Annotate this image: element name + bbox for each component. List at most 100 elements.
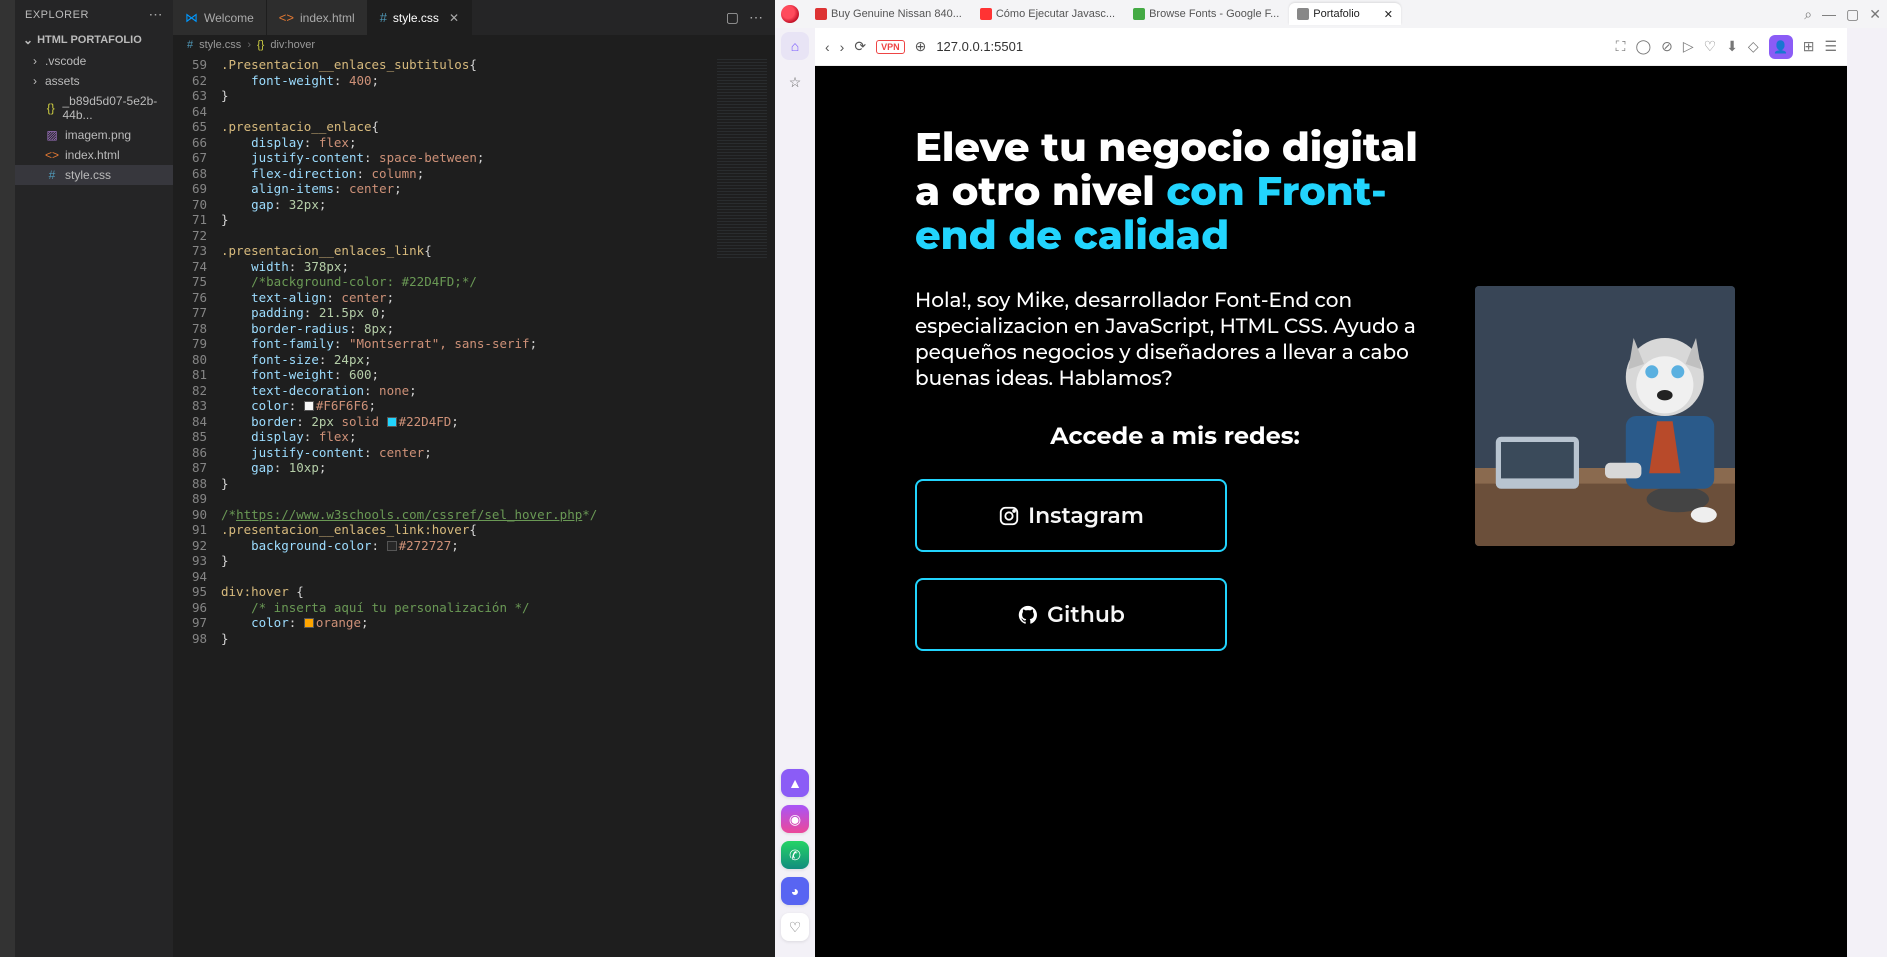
page-title: Eleve tu negocio digital a otro nivel co…: [915, 126, 1435, 258]
messenger-icon[interactable]: ◉: [781, 805, 809, 833]
discord-icon[interactable]: ◕: [781, 877, 809, 905]
project-name[interactable]: HTML PORTAFOLIO: [15, 29, 173, 51]
browser-tab[interactable]: Buy Genuine Nissan 840...: [807, 3, 970, 25]
close-icon[interactable]: ✕: [449, 11, 459, 25]
editor-area: ⋈ Welcome <>index.html # style.css ✕ ▢ ⋯ # st…: [173, 0, 775, 957]
browser-left-sidebar: ⌂ ☆ ▲ ◉ ✆ ◕ ♡: [775, 28, 815, 957]
css-file-icon: #: [187, 39, 193, 51]
tree-item-imagem-png[interactable]: ▨imagem.png: [15, 125, 173, 145]
vpn-badge[interactable]: VPN: [876, 40, 905, 54]
split-editor-icon[interactable]: ▢: [726, 9, 739, 26]
tab-Welcome[interactable]: ⋈ Welcome: [173, 0, 267, 35]
close-icon[interactable]: ✕: [1384, 8, 1393, 21]
extensions-icon[interactable]: ⊞: [1803, 38, 1815, 55]
tab-more-icon[interactable]: ⋯: [749, 9, 763, 26]
vscode-window: EXPLORER ⋯ HTML PORTAFOLIO .vscode assets…: [0, 0, 775, 957]
explorer-label: EXPLORER: [25, 9, 89, 21]
breadcrumb-file: style.css: [199, 39, 241, 51]
favicon-icon: [1297, 8, 1309, 20]
profile-button[interactable]: 👤: [1769, 35, 1793, 59]
maximize-icon[interactable]: ▢: [1846, 6, 1859, 23]
aria-icon[interactable]: ▲: [781, 769, 809, 797]
camera-icon[interactable]: ◯: [1635, 38, 1651, 55]
sidebar-toggle-icon[interactable]: ☰: [1824, 38, 1837, 55]
github-link-button[interactable]: Github: [915, 578, 1227, 651]
tree-item-label: imagem.png: [65, 128, 131, 142]
tree-item-style-css[interactable]: #style.css: [15, 165, 173, 185]
close-window-icon[interactable]: ✕: [1869, 6, 1881, 23]
breadcrumb[interactable]: # style.css › {} div:hover: [173, 35, 775, 55]
opera-logo-icon[interactable]: [781, 5, 799, 23]
link-label: Github: [1047, 601, 1125, 628]
line-numbers: 5962636465666768697071727374757677787980…: [173, 55, 221, 957]
json-icon: {}: [45, 101, 57, 115]
explorer-more-icon[interactable]: ⋯: [149, 6, 164, 23]
url-bar: ‹ › ⟳ VPN ⊕ 127.0.0.1:5501 ⛶ ◯ ⊘ ▷ ♡ ⬇ ◇…: [815, 28, 1847, 66]
html-icon: <>: [45, 148, 59, 162]
download-icon[interactable]: ⬇: [1726, 38, 1738, 55]
reload-icon[interactable]: ⟳: [854, 38, 866, 55]
css-rule-icon: {}: [257, 39, 264, 51]
wishlist-icon[interactable]: ♡: [1704, 38, 1717, 55]
vscode-icon: ⋈: [185, 10, 198, 26]
profile-image: [1475, 286, 1735, 546]
browser-tab-label: Browse Fonts - Google F...: [1149, 8, 1279, 20]
explorer-panel: EXPLORER ⋯ HTML PORTAFOLIO .vscode assets…: [15, 0, 173, 957]
tab-label: Welcome: [204, 11, 254, 25]
globe-icon: ⊕: [915, 38, 927, 55]
search-icon[interactable]: ⌕: [1804, 6, 1812, 23]
tree-item-label: index.html: [65, 148, 120, 162]
send-icon[interactable]: ▷: [1683, 38, 1694, 55]
code-content[interactable]: .Presentacion__enlaces_subtitulos{ font-…: [221, 55, 775, 957]
page-viewport[interactable]: Eleve tu negocio digital a otro nivel co…: [815, 66, 1847, 957]
nav-back-icon[interactable]: ‹: [825, 39, 830, 55]
tree-item--b89d5d07-5e2b-44b---[interactable]: {} _b89d5d07-5e2b-44b...: [15, 91, 173, 125]
browser-tab-label: Cómo Ejecutar Javasc...: [996, 8, 1115, 20]
tab-label: style.css: [393, 11, 439, 25]
bookmark-star-icon[interactable]: ☆: [781, 68, 809, 96]
heart-icon[interactable]: ♡: [781, 913, 809, 941]
favicon-icon: [980, 8, 992, 20]
url-input[interactable]: 127.0.0.1:5501: [936, 39, 1605, 54]
breadcrumb-symbol: div:hover: [270, 39, 315, 51]
nav-forward-icon[interactable]: ›: [840, 39, 845, 55]
browser-right-sidebar: [1847, 28, 1887, 957]
snapshot-icon[interactable]: ⛶: [1616, 38, 1626, 55]
activity-bar: [0, 0, 15, 957]
file-tree: .vscode assets {} _b89d5d07-5e2b-44b... ▨ima…: [15, 51, 173, 185]
whatsapp-icon[interactable]: ✆: [781, 841, 809, 869]
browser-tab-label: Buy Genuine Nissan 840...: [831, 8, 962, 20]
minimize-icon[interactable]: —: [1822, 6, 1836, 23]
home-icon[interactable]: ⌂: [781, 32, 809, 60]
browser-tab-strip: Buy Genuine Nissan 840... Cómo Ejecutar J…: [775, 0, 1887, 28]
minimap[interactable]: [717, 59, 767, 259]
tree-item--vscode[interactable]: .vscode: [15, 51, 173, 71]
browser-tab[interactable]: Cómo Ejecutar Javasc...: [972, 3, 1123, 25]
page-description: Hola!, soy Mike, desarrollador Font-End …: [915, 288, 1435, 392]
link-label: Instagram: [1028, 502, 1144, 529]
favicon-icon: [815, 8, 827, 20]
chevron-right-icon: ›: [247, 39, 251, 51]
editor-tabs: ⋈ Welcome <>index.html # style.css ✕ ▢ ⋯: [173, 0, 775, 35]
tab-label: index.html: [300, 11, 355, 25]
tree-item-label: assets: [45, 74, 80, 88]
vertical-scrollbar[interactable]: [765, 55, 775, 957]
tree-item-label: _b89d5d07-5e2b-44b...: [63, 94, 166, 122]
code-editor[interactable]: 5962636465666768697071727374757677787980…: [173, 55, 775, 957]
instagram-link-button[interactable]: Instagram: [915, 479, 1227, 552]
tree-item-assets[interactable]: assets: [15, 71, 173, 91]
tree-item-label: style.css: [65, 168, 111, 182]
tree-item-index-html[interactable]: <> index.html: [15, 145, 173, 165]
css-icon: #: [380, 10, 387, 25]
tab-style-css[interactable]: # style.css ✕: [368, 0, 472, 35]
browser-tabs: Buy Genuine Nissan 840... Cómo Ejecutar J…: [807, 3, 1401, 25]
pin-icon[interactable]: ◇: [1748, 38, 1759, 55]
tab-index-html[interactable]: <>index.html: [267, 0, 368, 35]
shield-icon[interactable]: ⊘: [1661, 38, 1673, 55]
browser-tab[interactable]: Browse Fonts - Google F...: [1125, 3, 1287, 25]
browser-tab[interactable]: Portafolio ✕: [1289, 3, 1401, 25]
favicon-icon: [1133, 8, 1145, 20]
browser-tab-label: Portafolio: [1313, 8, 1359, 20]
browser-window: Buy Genuine Nissan 840... Cómo Ejecutar J…: [775, 0, 1887, 957]
tree-item-label: .vscode: [45, 54, 86, 68]
